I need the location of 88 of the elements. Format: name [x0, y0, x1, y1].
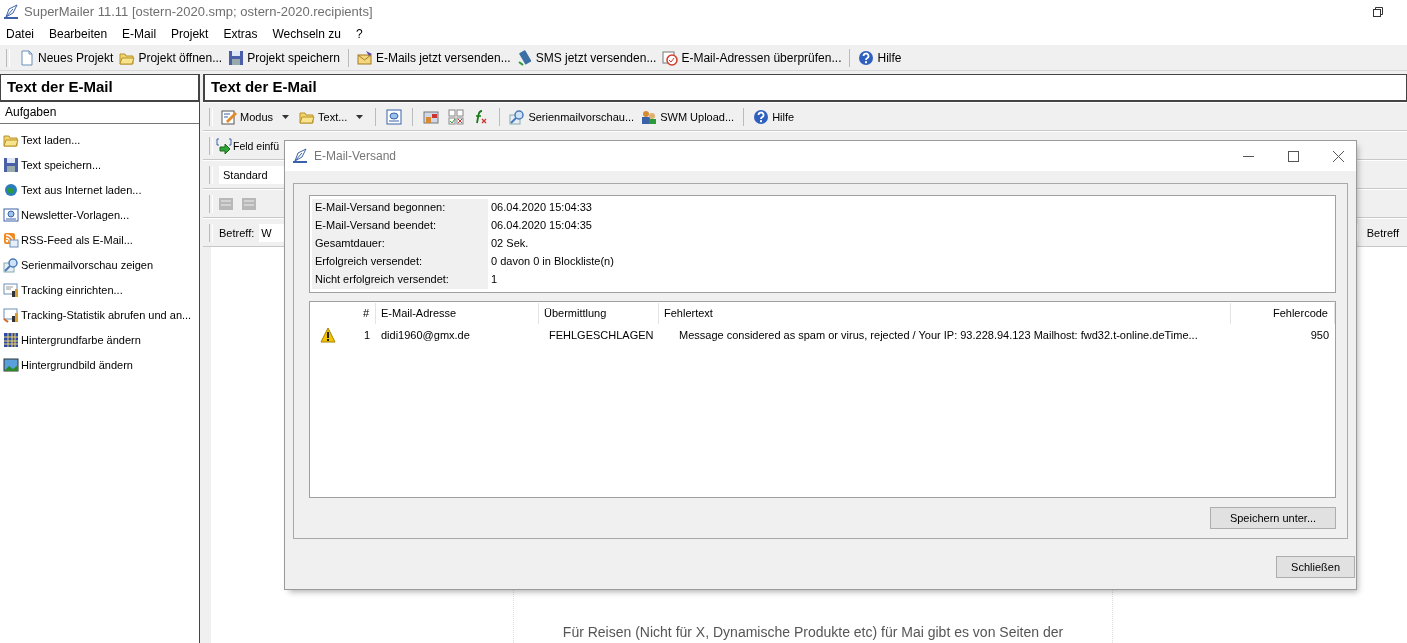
toolbar-button[interactable]: Serienmailvorschau... [507, 106, 637, 127]
magnifier-icon [509, 108, 526, 125]
help-icon [858, 49, 875, 66]
warning-icon [320, 326, 336, 343]
summary-value: 0 davon 0 in Blockliste(n) [490, 254, 615, 269]
toolbar-button[interactable]: Hilfe [751, 106, 797, 127]
table-cell-text: Message considered as spam or virus, rejected / Your IP: 93.228.94.123 Mailhost: fwd32.t-online.deTime... [678, 328, 1199, 341]
table-cell-text: 950 [1309, 328, 1330, 341]
envelope-icon [356, 49, 373, 66]
toolbar-button[interactable]: SMS jetzt versenden... [514, 47, 659, 68]
task-link[interactable]: Hintergrundbild ändern [0, 352, 199, 377]
table-cell-text: FEHLGESCHLAGEN [548, 328, 655, 341]
column-header[interactable]: Übermittlung [539, 302, 659, 324]
panel-title: Text der E-Mail [203, 74, 1407, 102]
toolbar-button[interactable]: Text... [297, 106, 369, 127]
globe-icon [3, 181, 19, 198]
insert-field-button[interactable]: Feld einfü [216, 135, 280, 156]
section-header: Aufgaben [0, 102, 199, 124]
task-link[interactable]: Tracking einrichten... [0, 277, 199, 302]
task-link[interactable]: Text laden... [0, 127, 199, 152]
subject-label: Betreff: [219, 226, 255, 239]
restore-icon[interactable] [1372, 5, 1384, 18]
task-link[interactable]: Hintergrundfarbe ändern [0, 327, 199, 352]
checkbox-grid-icon [448, 108, 465, 125]
summary-value: 06.04.2020 15:04:35 [490, 218, 593, 233]
column-header[interactable]: E-Mail-Adresse [376, 302, 539, 324]
html-page-icon [386, 108, 403, 125]
menu-item[interactable]: Datei [5, 26, 35, 42]
task-link[interactable]: Tracking-Statistik abrufen und an... [0, 302, 199, 327]
quill-logo-icon [3, 3, 19, 20]
maximize-icon[interactable] [1288, 150, 1299, 162]
toolbar-button[interactable]: Projekt speichern [226, 47, 342, 68]
verify-icon [662, 49, 679, 66]
menu-item[interactable]: ? [354, 26, 364, 42]
disabled-tool-icon [219, 197, 233, 210]
newsletter-icon [3, 206, 19, 223]
summary-value: 06.04.2020 15:04:33 [490, 200, 593, 215]
quill-logo-icon [292, 148, 308, 164]
rss-icon [3, 231, 19, 248]
magnifier-icon [3, 256, 19, 273]
toolbar-button[interactable]: E-Mails jetzt versenden... [354, 47, 513, 68]
column-header[interactable]: # [346, 302, 376, 324]
people-upload-icon [641, 108, 658, 125]
summary-value: 1 [490, 272, 499, 287]
statistics-icon [3, 306, 19, 323]
task-link[interactable]: Text speichern... [0, 152, 199, 177]
disabled-tool-icon [242, 197, 256, 210]
insert-field-icon [216, 137, 232, 154]
window-title: SuperMailer 11.11 [ostern-2020.smp; ostern-2020.recipients] [24, 4, 374, 19]
edit-mode-icon [221, 108, 237, 125]
toolbar-button[interactable]: SWM Upload... [639, 106, 737, 127]
toolbar-button[interactable]: Projekt öffnen... [117, 47, 225, 68]
menu-item[interactable]: Wechseln zu [271, 26, 342, 42]
menu-item[interactable]: E-Mail [121, 26, 158, 42]
toolbar-button[interactable]: E-Mail-Adressen überprüfen... [660, 47, 844, 68]
table-cell-text: didi1960@gmx.de [380, 328, 471, 341]
close-button[interactable]: Schließen [1276, 556, 1355, 578]
task-link[interactable]: Serienmailvorschau zeigen [0, 252, 199, 277]
summary-value: 02 Sek. [490, 236, 530, 251]
menu-item[interactable]: Projekt [170, 26, 210, 42]
tracking-icon [3, 281, 19, 298]
column-header[interactable]: Fehlertext [659, 302, 1231, 324]
summary-label: Gesamtdauer: [312, 235, 488, 253]
task-link[interactable]: Newsletter-Vorlagen... [0, 202, 199, 227]
summary-label: E-Mail-Versand beendet: [312, 217, 488, 235]
save-as-button[interactable]: Speichern unter... [1210, 507, 1336, 529]
subject-label: Betreff [1365, 226, 1400, 239]
summary-label: E-Mail-Versand begonnen: [312, 199, 488, 217]
summary-label: Nicht erfolgreich versendet: [312, 271, 488, 289]
color-grid-icon [3, 331, 19, 348]
body-text: Für Reisen (Nicht für X, Dynamische Produkte etc) für Mai gibt es von Seiten der [561, 624, 1065, 640]
page-icon [19, 49, 35, 66]
close-icon[interactable] [1333, 150, 1344, 162]
task-link[interactable]: Text aus Internet laden... [0, 177, 199, 202]
help-icon [753, 108, 770, 125]
table-cell-text: 1 [362, 328, 371, 341]
menu-item[interactable]: Bearbeiten [48, 26, 109, 42]
dialog-title: E-Mail-Versand [314, 149, 398, 163]
column-header[interactable]: Fehlercode [1231, 302, 1335, 324]
image-icon [3, 356, 19, 373]
mail-image-icon [423, 108, 440, 125]
toolbar-button[interactable]: Modus [219, 106, 295, 127]
toolbar-button[interactable]: Hilfe [856, 47, 904, 68]
summary-label: Erfolgreich versendet: [312, 253, 488, 271]
menu-item[interactable]: Extras [222, 26, 259, 42]
toolbar-button[interactable]: Neues Projekt [17, 47, 116, 68]
panel-title: Text der E-Mail [0, 74, 199, 102]
task-link[interactable]: RSS-Feed als E-Mail... [0, 227, 199, 252]
